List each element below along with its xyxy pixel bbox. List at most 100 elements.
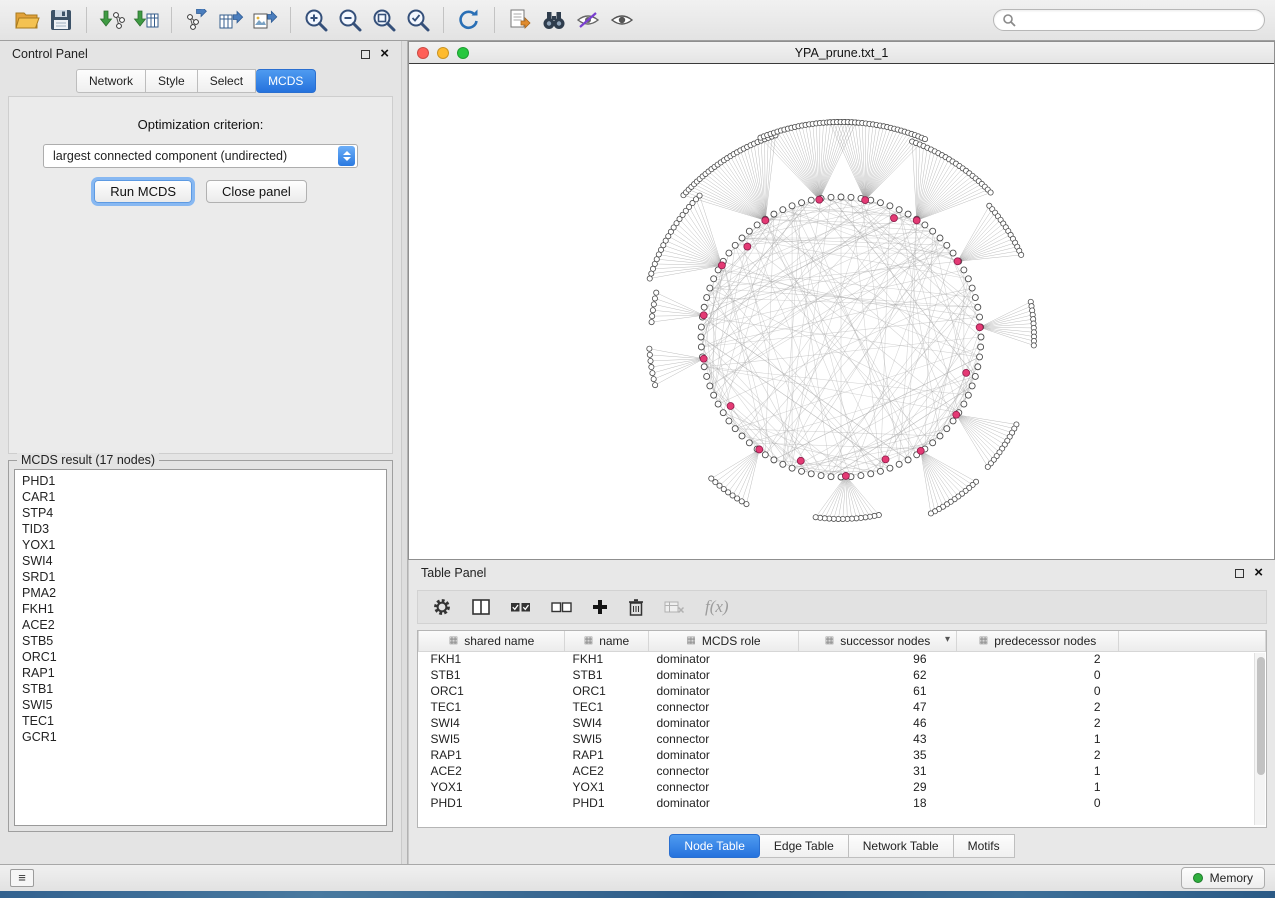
cell-shared_name[interactable]: SWI5 [419, 731, 565, 747]
show-all-button[interactable] [605, 5, 639, 35]
close-panel-icon[interactable]: × [380, 49, 389, 59]
mcds-result-list[interactable]: PHD1CAR1STP4TID3YOX1SWI4SRD1PMA2FKH1ACE2… [14, 469, 387, 826]
list-item[interactable]: TID3 [22, 521, 379, 537]
list-item[interactable]: ORC1 [22, 649, 379, 665]
scrollbar-thumb[interactable] [1257, 657, 1265, 775]
copy-document-button[interactable] [503, 5, 537, 35]
cell-successor_nodes[interactable]: 29 [799, 779, 957, 795]
import-table-button[interactable] [129, 5, 163, 35]
memory-button[interactable]: Memory [1181, 867, 1265, 889]
tab-mcds[interactable]: MCDS [256, 69, 316, 93]
float-panel-icon[interactable] [1235, 569, 1244, 578]
cell-shared_name[interactable]: TEC1 [419, 699, 565, 715]
menu-button[interactable]: ≡ [10, 869, 34, 887]
cell-predecessor_nodes[interactable]: 1 [957, 763, 1119, 779]
cell-name[interactable]: FKH1 [565, 651, 649, 667]
table-row[interactable]: PHD1PHD1dominator180 [419, 795, 1266, 811]
cell-mcds_role[interactable]: dominator [649, 683, 799, 699]
tab-network-table[interactable]: Network Table [849, 834, 954, 858]
float-panel-icon[interactable] [361, 50, 370, 59]
function-builder-button[interactable]: f(x) [705, 597, 729, 617]
cell-predecessor_nodes[interactable]: 0 [957, 795, 1119, 811]
cell-successor_nodes[interactable]: 18 [799, 795, 957, 811]
table-row[interactable]: ACE2ACE2connector311 [419, 763, 1266, 779]
cell-name[interactable]: ORC1 [565, 683, 649, 699]
cell-mcds_role[interactable]: connector [649, 779, 799, 795]
zoom-out-button[interactable] [333, 5, 367, 35]
export-network-button[interactable] [180, 5, 214, 35]
cell-name[interactable]: SWI4 [565, 715, 649, 731]
network-canvas[interactable] [409, 64, 1274, 559]
cell-mcds_role[interactable]: connector [649, 699, 799, 715]
list-item[interactable]: PMA2 [22, 585, 379, 601]
delete-column-button[interactable] [628, 598, 644, 616]
table-row[interactable]: SWI4SWI4dominator462 [419, 715, 1266, 731]
run-mcds-button[interactable]: Run MCDS [94, 180, 192, 203]
table-row[interactable]: YOX1YOX1connector291 [419, 779, 1266, 795]
cell-predecessor_nodes[interactable]: 2 [957, 715, 1119, 731]
cell-mcds_role[interactable]: dominator [649, 747, 799, 763]
cell-predecessor_nodes[interactable]: 2 [957, 699, 1119, 715]
list-item[interactable]: FKH1 [22, 601, 379, 617]
cell-successor_nodes[interactable]: 61 [799, 683, 957, 699]
search-neighbors-button[interactable] [537, 5, 571, 35]
cell-mcds_role[interactable]: dominator [649, 715, 799, 731]
close-panel-icon[interactable]: × [1254, 568, 1263, 578]
list-item[interactable]: PHD1 [22, 473, 379, 489]
cell-name[interactable]: YOX1 [565, 779, 649, 795]
cell-successor_nodes[interactable]: 35 [799, 747, 957, 763]
list-item[interactable]: SRD1 [22, 569, 379, 585]
close-panel-button[interactable]: Close panel [206, 180, 307, 203]
zoom-in-button[interactable] [299, 5, 333, 35]
cell-shared_name[interactable]: SWI4 [419, 715, 565, 731]
tab-style[interactable]: Style [146, 69, 198, 93]
table-row[interactable]: RAP1RAP1dominator352 [419, 747, 1266, 763]
cell-shared_name[interactable]: ACE2 [419, 763, 565, 779]
tab-node-table[interactable]: Node Table [669, 834, 760, 858]
column-header-successor-nodes[interactable]: ▦successor nodes▾ [799, 631, 957, 651]
cell-predecessor_nodes[interactable]: 2 [957, 651, 1119, 667]
cell-name[interactable]: RAP1 [565, 747, 649, 763]
cell-successor_nodes[interactable]: 43 [799, 731, 957, 747]
search-input[interactable] [1016, 13, 1256, 27]
delete-table-button[interactable] [664, 600, 685, 614]
list-item[interactable]: STP4 [22, 505, 379, 521]
cell-name[interactable]: TEC1 [565, 699, 649, 715]
cell-successor_nodes[interactable]: 47 [799, 699, 957, 715]
select-all-button[interactable] [510, 600, 531, 614]
table-row[interactable]: FKH1FKH1dominator962 [419, 651, 1266, 667]
zoom-fit-button[interactable] [367, 5, 401, 35]
cell-predecessor_nodes[interactable]: 0 [957, 667, 1119, 683]
list-item[interactable]: STB1 [22, 681, 379, 697]
cell-predecessor_nodes[interactable]: 1 [957, 779, 1119, 795]
table-row[interactable]: ORC1ORC1dominator610 [419, 683, 1266, 699]
export-image-button[interactable] [248, 5, 282, 35]
list-item[interactable]: STB5 [22, 633, 379, 649]
list-item[interactable]: TEC1 [22, 713, 379, 729]
column-header-MCDS-role[interactable]: ▦MCDS role [649, 631, 799, 651]
tab-network[interactable]: Network [76, 69, 146, 93]
export-table-button[interactable] [214, 5, 248, 35]
cell-shared_name[interactable]: YOX1 [419, 779, 565, 795]
cell-mcds_role[interactable]: dominator [649, 795, 799, 811]
cell-name[interactable]: STB1 [565, 667, 649, 683]
refresh-view-button[interactable] [452, 5, 486, 35]
open-file-button[interactable] [10, 5, 44, 35]
import-network-button[interactable] [95, 5, 129, 35]
tab-motifs[interactable]: Motifs [954, 834, 1015, 858]
cell-name[interactable]: SWI5 [565, 731, 649, 747]
table-scrollbar[interactable] [1254, 653, 1265, 825]
list-item[interactable]: ACE2 [22, 617, 379, 633]
save-session-button[interactable] [44, 5, 78, 35]
list-item[interactable]: RAP1 [22, 665, 379, 681]
cell-successor_nodes[interactable]: 62 [799, 667, 957, 683]
cell-mcds_role[interactable]: dominator [649, 667, 799, 683]
cell-mcds_role[interactable]: connector [649, 731, 799, 747]
deselect-all-button[interactable] [551, 600, 572, 614]
cell-predecessor_nodes[interactable]: 0 [957, 683, 1119, 699]
criterion-select[interactable]: largest connected component (undirected) [43, 144, 358, 168]
cell-name[interactable]: PHD1 [565, 795, 649, 811]
tab-select[interactable]: Select [198, 69, 256, 93]
panel-splitter[interactable] [401, 41, 408, 864]
cell-shared_name[interactable]: RAP1 [419, 747, 565, 763]
